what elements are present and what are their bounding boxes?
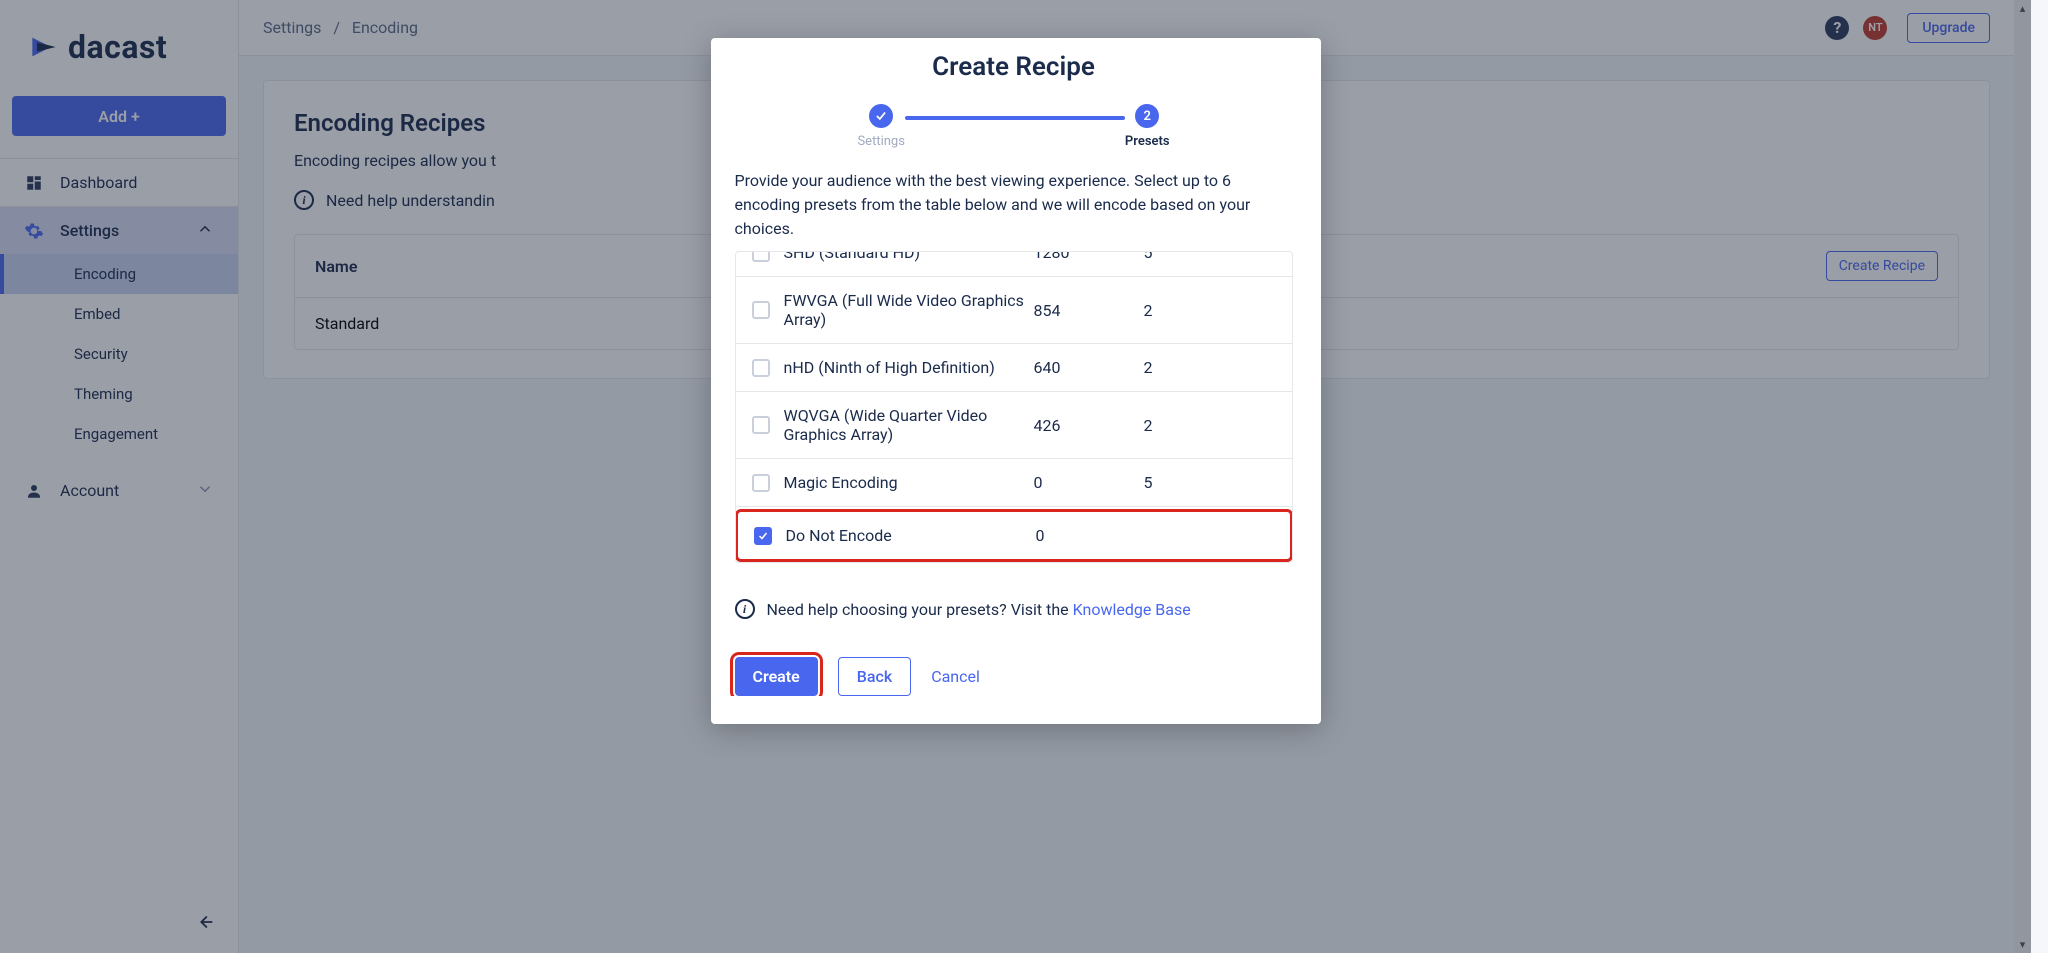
preset-name: WQVGA (Wide Quarter Video Graphics Array… [784, 406, 1034, 444]
step-settings: Settings [857, 104, 904, 149]
preset-width: 854 [1034, 301, 1144, 320]
step-label: Settings [857, 134, 904, 149]
modal-actions: Create Back Cancel [711, 619, 1317, 696]
step-connector [905, 116, 1125, 120]
stepper: Settings 2 Presets [711, 82, 1317, 155]
preset-width: 426 [1034, 416, 1144, 435]
preset-name: Magic Encoding [784, 473, 1034, 492]
preset-row[interactable]: Do Not Encode0 [736, 509, 1292, 562]
create-recipe-modal: Create Recipe Settings 2 Presets [711, 38, 1321, 724]
preset-checkbox[interactable] [752, 301, 770, 319]
cancel-button[interactable]: Cancel [931, 667, 980, 686]
preset-width: 1280 [1034, 252, 1144, 262]
preset-row[interactable]: WQVGA (Wide Quarter Video Graphics Array… [736, 392, 1292, 459]
preset-table: SHD (Standard HD)12805FWVGA (Full Wide V… [735, 251, 1293, 563]
preset-name: SHD (Standard HD) [784, 252, 1034, 262]
knowledge-base-link[interactable]: Knowledge Base [1073, 600, 1191, 619]
preset-value: 2 [1144, 301, 1204, 320]
modal-description: Provide your audience with the best view… [735, 169, 1293, 241]
modal-help-text: Need help choosing your presets? Visit t… [767, 600, 1191, 619]
step-number-icon: 2 [1135, 104, 1159, 128]
modal-help-row: i Need help choosing your presets? Visit… [711, 563, 1317, 619]
preset-name: nHD (Ninth of High Definition) [784, 358, 1034, 377]
step-presets: 2 Presets [1125, 104, 1170, 149]
preset-row[interactable]: SHD (Standard HD)12805 [736, 252, 1292, 277]
modal-overlay[interactable]: Create Recipe Settings 2 Presets [0, 0, 2031, 953]
back-button[interactable]: Back [838, 657, 911, 696]
preset-row[interactable]: FWVGA (Full Wide Video Graphics Array)85… [736, 277, 1292, 344]
preset-value: 5 [1144, 252, 1204, 262]
preset-row[interactable]: nHD (Ninth of High Definition)6402 [736, 344, 1292, 392]
info-icon: i [735, 599, 755, 619]
preset-scroll[interactable]: SHD (Standard HD)12805FWVGA (Full Wide V… [736, 252, 1292, 562]
preset-checkbox[interactable] [752, 359, 770, 377]
preset-value: 2 [1144, 358, 1204, 377]
preset-checkbox[interactable] [752, 416, 770, 434]
preset-value: 5 [1144, 473, 1204, 492]
create-button[interactable]: Create [735, 657, 818, 696]
step-complete-icon [869, 104, 893, 128]
preset-value: 2 [1144, 416, 1204, 435]
step-label: Presets [1125, 134, 1170, 149]
preset-width: 640 [1034, 358, 1144, 377]
preset-name: Do Not Encode [786, 526, 1036, 545]
preset-checkbox[interactable] [752, 252, 770, 262]
preset-row[interactable]: Magic Encoding05 [736, 459, 1292, 507]
preset-name: FWVGA (Full Wide Video Graphics Array) [784, 291, 1034, 329]
preset-width: 0 [1034, 473, 1144, 492]
preset-checkbox[interactable] [754, 527, 772, 545]
preset-checkbox[interactable] [752, 474, 770, 492]
modal-title: Create Recipe [711, 38, 1317, 82]
preset-width: 0 [1036, 526, 1146, 545]
